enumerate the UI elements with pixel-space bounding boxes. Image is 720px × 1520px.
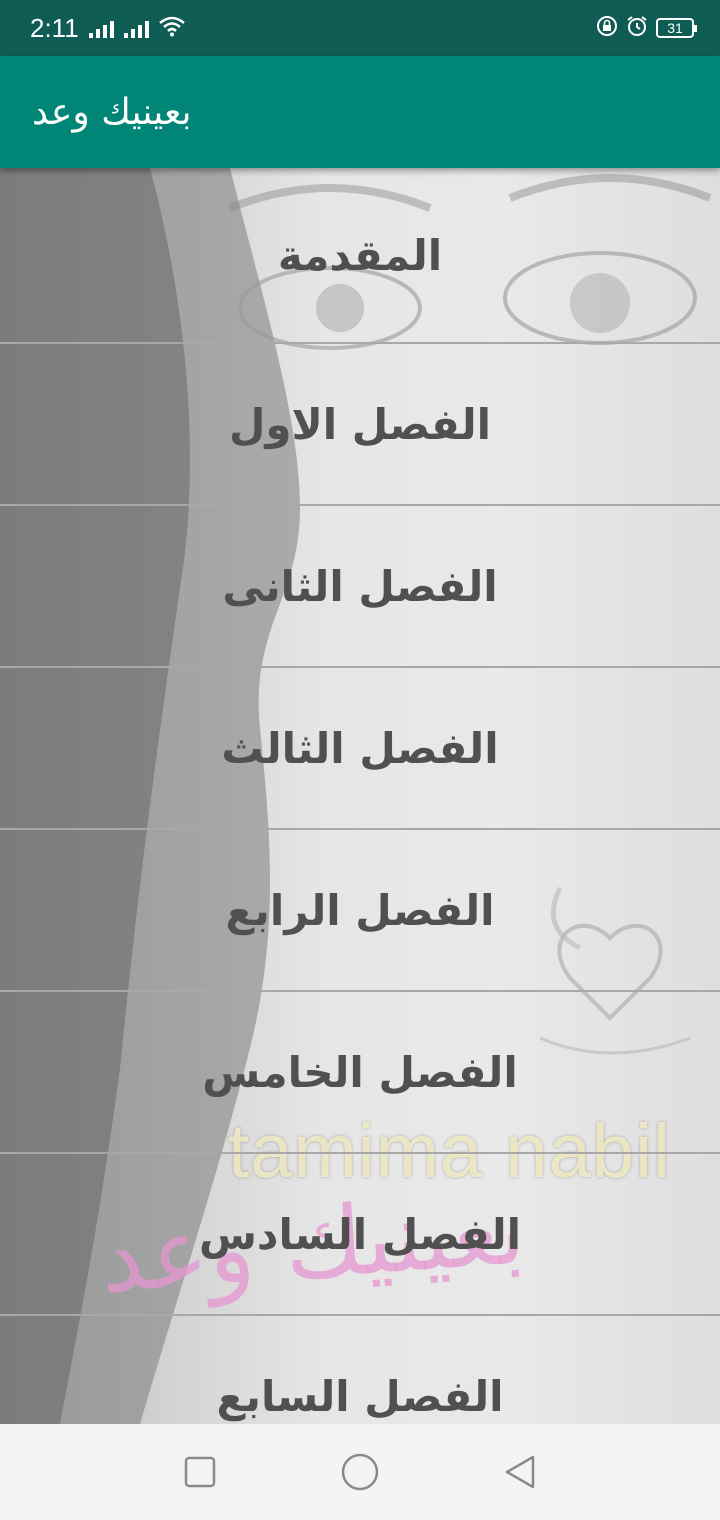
chapter-label: الفصل السابع [216,1371,504,1421]
battery-level: 31 [667,20,683,36]
battery-icon: 31 [656,18,697,38]
chapter-item-1[interactable]: الفصل الاول [0,344,720,506]
status-time: 2:11 [30,12,79,43]
back-icon[interactable] [490,1442,550,1502]
status-bar: 2:11 31 [0,0,720,56]
chapter-label: الفصل الرابع [225,885,495,935]
chapter-item-7[interactable]: الفصل السابع [0,1316,720,1424]
lock-rotation-icon [596,15,618,41]
navigation-bar [0,1424,720,1520]
status-right: 31 [596,15,697,41]
chapter-item-2[interactable]: الفصل الثانى [0,506,720,668]
signal-icon [88,18,114,38]
app-title: بعينيك وعد [32,91,192,133]
chapter-item-4[interactable]: الفصل الرابع [0,830,720,992]
chapter-screen[interactable]: tamima nabil بعينيك وعد المقدمة الفصل ال… [0,168,720,1424]
chapter-label: الفصل الخامس [202,1047,518,1097]
chapter-label: الفصل الثالث [221,723,499,773]
chapter-label: الفصل السادس [198,1209,522,1259]
app-bar: بعينيك وعد [0,56,720,168]
chapter-item-3[interactable]: الفصل الثالث [0,668,720,830]
chapter-item-6[interactable]: الفصل السادس [0,1154,720,1316]
chapter-label: المقدمة [277,230,443,280]
chapter-item-intro[interactable]: المقدمة [0,168,720,344]
signal-icon [123,18,149,38]
status-left: 2:11 [30,13,185,44]
chapter-label: الفصل الثانى [222,561,498,611]
chapter-label: الفصل الاول [228,399,492,449]
wifi-icon [158,15,185,41]
home-icon[interactable] [330,1442,390,1502]
chapter-item-5[interactable]: الفصل الخامس [0,992,720,1154]
recents-icon[interactable] [170,1442,230,1502]
chapter-list: المقدمة الفصل الاول الفصل الثانى الفصل ا… [0,168,720,1424]
alarm-icon [626,15,648,41]
